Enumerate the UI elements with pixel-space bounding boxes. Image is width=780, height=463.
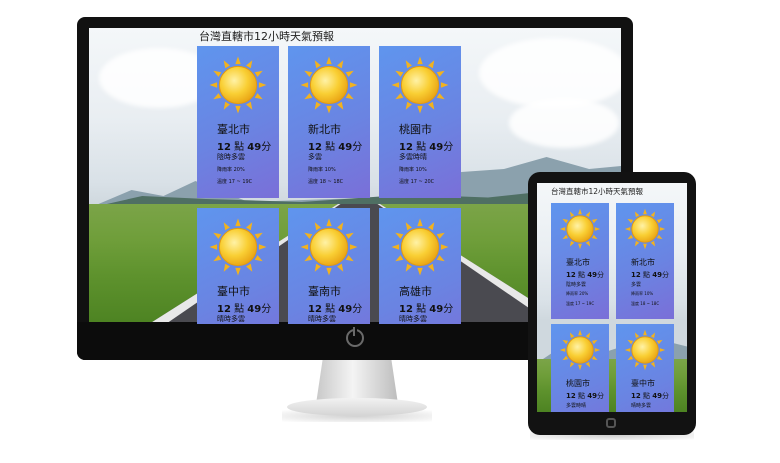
city-name: 高雄市	[399, 285, 432, 298]
forecast-time: 12 點 49分	[399, 142, 454, 153]
weather-card: 臺中市 12 點 49分 晴時多雲	[616, 324, 674, 412]
city-name: 桃園市	[399, 123, 432, 136]
weather-description: 多雲	[308, 153, 322, 161]
temperature-range: 溫度 17 ~ 19C	[217, 179, 253, 185]
sun-icon	[298, 54, 360, 120]
weather-description: 多雲時晴	[566, 403, 587, 409]
time-minute: 49	[247, 142, 262, 153]
city-name: 臺中市	[217, 285, 250, 298]
forecast-time: 12 點 49分	[566, 271, 604, 279]
tablet-screen: 台灣直轄市12小時天氣預報 臺北市 12 點 49分 陰時多雲 降雨率 20% 溫度 1…	[537, 183, 687, 412]
sun-icon	[558, 207, 602, 255]
forecast-time: 12 點 49分	[308, 142, 363, 153]
rain-probability: 降雨率 20%	[217, 167, 245, 173]
temperature-range: 溫度 17 ~ 19C	[566, 301, 595, 306]
time-hour: 12	[566, 271, 576, 279]
sun-icon	[623, 207, 667, 255]
city-name: 臺北市	[217, 123, 250, 136]
weather-description: 多雲時晴	[399, 153, 427, 161]
city-name: 臺中市	[631, 379, 655, 388]
cloud	[509, 98, 619, 148]
sun-icon	[207, 216, 269, 282]
cloud	[479, 38, 621, 108]
temperature-range: 溫度 18 ~ 18C	[308, 179, 344, 185]
weather-card: 新北市 12 點 49分 多雲降雨率 10% 溫度 18 ~ 18C	[288, 46, 370, 198]
temperature-range: 溫度 17 ~ 20C	[399, 179, 435, 185]
forecast-time: 12 點 49分	[217, 142, 272, 153]
sun-icon	[207, 54, 269, 120]
forecast-time: 12 點 49分	[631, 392, 669, 400]
time-minute: 49	[247, 304, 262, 315]
rain-probability: 降雨率 10%	[308, 167, 336, 173]
weather-card: 臺北市 12 點 49分 陰時多雲降雨率 20% 溫度 17 ~ 19C	[197, 46, 279, 198]
sun-icon	[298, 216, 360, 282]
time-hour: 12	[566, 392, 576, 400]
time-minute: 49	[652, 271, 662, 279]
time-minute: 49	[587, 392, 597, 400]
weather-description: 晴時多雲	[308, 315, 336, 323]
weather-description: 晴時多雲	[631, 403, 652, 409]
time-hour: 12	[631, 271, 641, 279]
weather-card: 桃園市 12 點 49分 多雲時晴降雨率 10% 溫度 17 ~ 20C	[379, 46, 461, 198]
power-icon[interactable]	[346, 327, 364, 347]
weather-description: 晴時多雲	[217, 315, 245, 323]
weather-description: 陰時多雲	[566, 282, 587, 288]
weather-description: 多雲	[631, 282, 642, 288]
weather-card: 臺北市 12 點 49分 陰時多雲降雨率 20% 溫度 17 ~ 19C	[551, 203, 609, 319]
time-minute: 49	[429, 142, 444, 153]
forecast-time: 12 點 49分	[217, 304, 272, 315]
weather-card: 臺中市 12 點 49分 晴時多雲	[197, 208, 279, 324]
time-minute: 49	[338, 142, 353, 153]
forecast-time: 12 點 49分	[399, 304, 454, 315]
forecast-time: 12 點 49分	[308, 304, 363, 315]
rain-probability: 降雨率 20%	[566, 291, 589, 296]
city-name: 新北市	[631, 258, 655, 267]
time-minute: 49	[587, 271, 597, 279]
weather-card: 高雄市 12 點 49分 晴時多雲	[379, 208, 461, 324]
city-name: 桃園市	[566, 379, 590, 388]
time-minute: 49	[338, 304, 353, 315]
weather-card: 新北市 12 點 49分 多雲降雨率 10% 溫度 18 ~ 18C	[616, 203, 674, 319]
sun-icon	[389, 216, 451, 282]
page-title: 台灣直轄市12小時天氣預報	[199, 30, 334, 43]
weather-description: 陰時多雲	[217, 153, 245, 161]
rain-probability: 降雨率 10%	[399, 167, 427, 173]
sun-icon	[623, 328, 667, 376]
forecast-time: 12 點 49分	[631, 271, 669, 279]
time-hour: 12	[631, 392, 641, 400]
time-minute: 49	[429, 304, 444, 315]
city-name: 臺北市	[566, 258, 590, 267]
sun-icon	[389, 54, 451, 120]
city-name: 臺南市	[308, 285, 341, 298]
time-minute: 49	[652, 392, 662, 400]
sun-icon	[558, 328, 602, 376]
city-name: 新北市	[308, 123, 341, 136]
weather-card: 桃園市 12 點 49分 多雲時晴	[551, 324, 609, 412]
home-button-icon[interactable]	[606, 418, 616, 428]
monitor-stand-base	[287, 398, 427, 416]
weather-card: 臺南市 12 點 49分 晴時多雲	[288, 208, 370, 324]
rain-probability: 降雨率 10%	[631, 291, 654, 296]
temperature-range: 溫度 18 ~ 18C	[631, 301, 660, 306]
forecast-time: 12 點 49分	[566, 392, 604, 400]
weather-description: 晴時多雲	[399, 315, 427, 323]
page-title: 台灣直轄市12小時天氣預報	[551, 187, 644, 196]
